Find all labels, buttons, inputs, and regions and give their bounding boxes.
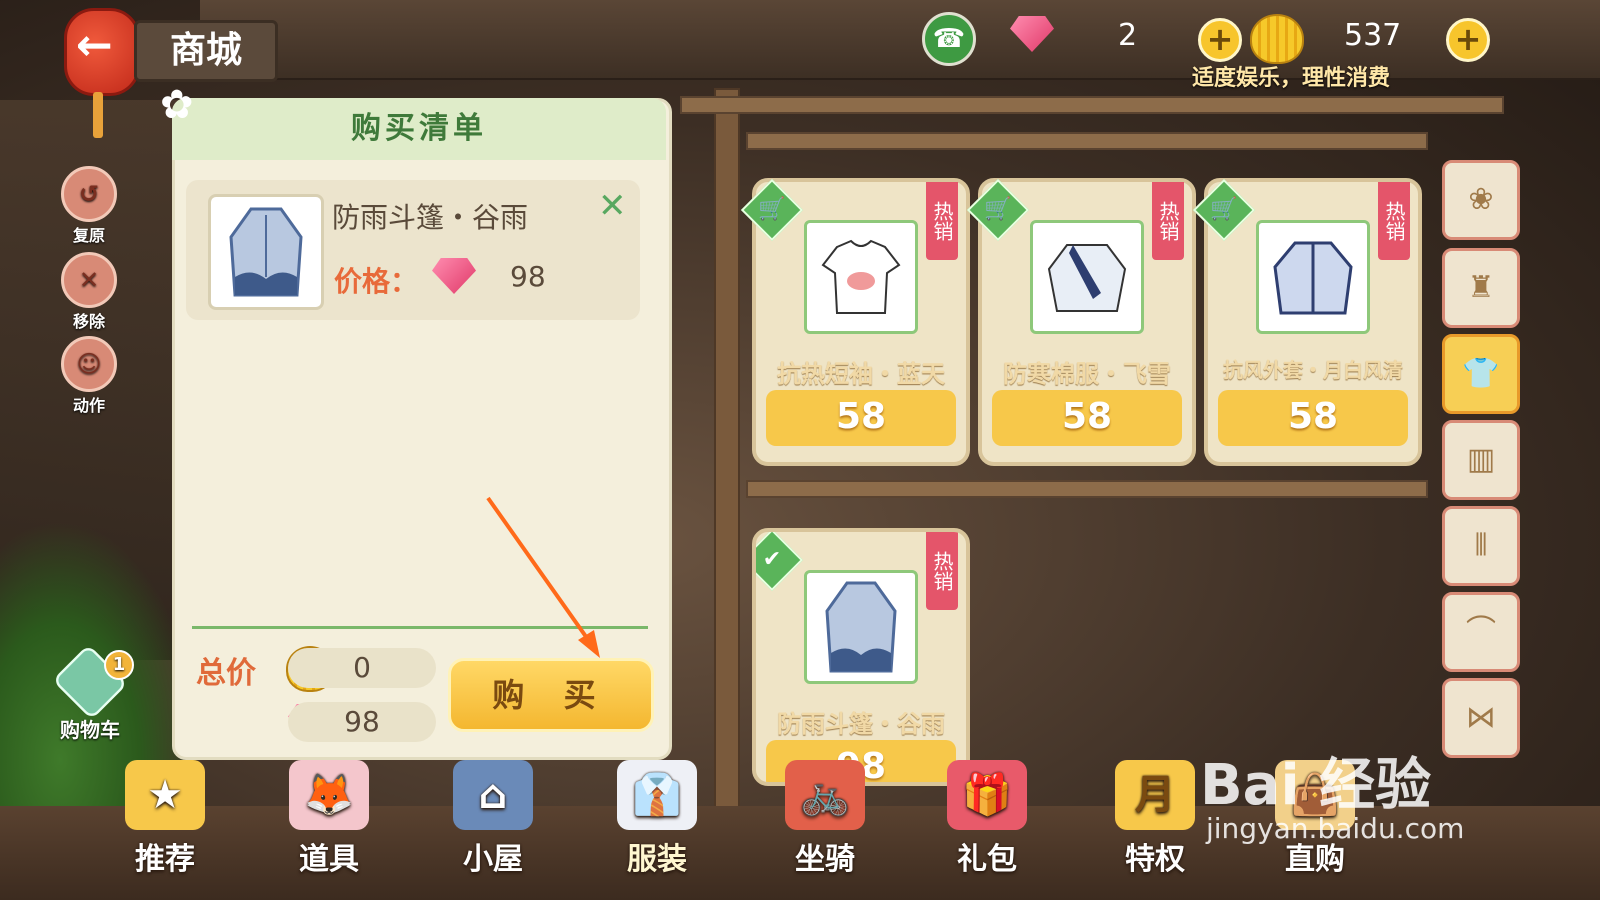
dress-icon: ♜ bbox=[1467, 270, 1495, 305]
price-label: 价格： bbox=[334, 265, 419, 298]
hat-icon: ⌒ bbox=[1466, 614, 1496, 649]
product-name: 防寒棉服・飞雪 bbox=[1003, 360, 1171, 388]
add-coins-button[interactable]: + bbox=[1446, 18, 1490, 62]
category-bow-button[interactable]: ⋈ bbox=[1442, 678, 1520, 758]
product-price: 58 bbox=[1061, 396, 1113, 437]
total-label: 总价 bbox=[196, 656, 256, 691]
category-shirt-button[interactable]: 👕 bbox=[1442, 334, 1520, 414]
nav-label: 服装 bbox=[627, 842, 687, 877]
baidu-watermark-url: jingyan.baidu.com bbox=[1206, 812, 1465, 845]
spending-notice: 适度娱乐，理性消费 bbox=[1192, 66, 1391, 91]
selected-check-icon[interactable]: ✔ bbox=[756, 532, 804, 592]
purchase-item-name: 防雨斗篷・谷雨 bbox=[332, 201, 529, 234]
remove-label: 移除 bbox=[72, 312, 105, 331]
gift-icon: 🎁 bbox=[947, 760, 1027, 830]
nav-label: 礼包 bbox=[957, 842, 1017, 877]
house-icon: ⌂ bbox=[453, 760, 533, 830]
padded-jacket-icon bbox=[1030, 220, 1144, 334]
add-to-cart-icon[interactable]: 🛒 bbox=[966, 178, 1030, 242]
nav-label: 道具 bbox=[299, 842, 359, 877]
category-shoes-button[interactable]: ⫴ bbox=[1442, 506, 1520, 586]
nav-items[interactable]: 🦊 道具 bbox=[264, 760, 394, 878]
baidu-watermark: Bai 经验 bbox=[1200, 753, 1432, 818]
coin-icon bbox=[1250, 14, 1304, 64]
total-coins-value: 0 bbox=[288, 648, 436, 688]
back-arrow-icon: ← bbox=[76, 20, 113, 71]
page-title: 商城 bbox=[134, 20, 278, 82]
cart-label: 购物车 bbox=[60, 718, 120, 742]
add-gems-button[interactable]: + bbox=[1198, 18, 1242, 62]
nav-label: 推荐 bbox=[135, 842, 195, 877]
nav-gift[interactable]: 🎁 礼包 bbox=[922, 760, 1052, 878]
pointer-arrow-icon bbox=[486, 496, 600, 658]
purchase-list-title: 购买清单 bbox=[172, 98, 666, 160]
hot-sale-badge: 热销 bbox=[1378, 182, 1410, 260]
purchase-item-price: 98 bbox=[510, 260, 546, 293]
shirt-icon: 👕 bbox=[1462, 356, 1500, 391]
fox-mask-icon: 🦊 bbox=[289, 760, 369, 830]
product-price: 58 bbox=[1287, 396, 1339, 437]
product-name: 抗热短袖・蓝天 bbox=[777, 360, 945, 388]
nav-recommend[interactable]: ★ 推荐 bbox=[100, 760, 230, 878]
product-price: 58 bbox=[835, 396, 887, 437]
windbreaker-icon bbox=[1256, 220, 1370, 334]
sailor-uniform-icon: 👔 bbox=[617, 760, 697, 830]
pose-icon: ☺ bbox=[61, 336, 117, 392]
gem-count: 2 bbox=[1118, 18, 1138, 53]
product-name: 抗风外套・月白风清 bbox=[1223, 358, 1403, 382]
rack-bar-upper bbox=[746, 132, 1428, 150]
lantern-tassel bbox=[93, 92, 103, 138]
set-icon: ❀ bbox=[1468, 182, 1494, 217]
product-card[interactable]: 🛒 热销 抗热短袖・蓝天 58 bbox=[740, 178, 970, 466]
product-card[interactable]: ✔ 热销 防雨斗篷・谷雨 98 bbox=[752, 528, 970, 786]
shoes-icon: ⫴ bbox=[1474, 528, 1488, 563]
flower-icon: ✿ bbox=[160, 82, 194, 128]
bicycle-icon: 🚲 bbox=[785, 760, 865, 830]
restore-button[interactable]: ↺ 复原 bbox=[60, 166, 118, 246]
action-button[interactable]: ☺ 动作 bbox=[60, 336, 118, 416]
monthly-card-icon: 月 bbox=[1115, 760, 1195, 830]
nav-label: 坐骑 bbox=[795, 842, 855, 877]
product-card[interactable]: 🛒 热销 防寒棉服・飞雪 58 bbox=[966, 178, 1196, 466]
nav-label: 小屋 bbox=[463, 842, 523, 877]
remove-icon: ✕ bbox=[61, 252, 117, 308]
add-to-cart-icon[interactable]: 🛒 bbox=[740, 178, 804, 242]
total-gems-value: 98 bbox=[288, 702, 436, 742]
raincoat-thumbnail bbox=[208, 194, 324, 310]
category-dress-button[interactable]: ♜ bbox=[1442, 248, 1520, 328]
hot-sale-badge: 热销 bbox=[1152, 182, 1184, 260]
star-icon: ★ bbox=[125, 760, 205, 830]
nav-house[interactable]: ⌂ 小屋 bbox=[428, 760, 558, 878]
coin-count: 537 bbox=[1344, 18, 1402, 53]
cart-button[interactable]: 1 购物车 bbox=[48, 644, 134, 743]
back-button[interactable]: ← bbox=[60, 0, 140, 140]
rack-post-left bbox=[714, 88, 740, 822]
remove-item-icon[interactable]: ✕ bbox=[598, 186, 627, 226]
rack-top-bar bbox=[680, 96, 1504, 114]
remove-button[interactable]: ✕ 移除 bbox=[60, 252, 118, 332]
category-shorts-button[interactable]: ▥ bbox=[1442, 420, 1520, 500]
category-hat-button[interactable]: ⌒ bbox=[1442, 592, 1520, 672]
hot-sale-badge: 热销 bbox=[926, 182, 958, 260]
category-set-button[interactable]: ❀ bbox=[1442, 160, 1520, 240]
restore-label: 复原 bbox=[72, 226, 105, 245]
rack-bar-lower bbox=[746, 480, 1428, 498]
product-card[interactable]: 🛒 热销 抗风外套・月白风清 58 bbox=[1192, 178, 1422, 466]
product-name: 防雨斗篷・谷雨 bbox=[777, 710, 945, 738]
action-label: 动作 bbox=[72, 396, 105, 415]
cart-count-badge: 1 bbox=[104, 650, 134, 680]
friends-icon[interactable]: ☎ bbox=[922, 12, 976, 66]
nav-label: 特权 bbox=[1125, 842, 1185, 877]
raincoat-icon bbox=[804, 570, 918, 684]
add-to-cart-icon[interactable]: 🛒 bbox=[1192, 178, 1256, 242]
bow-icon: ⋈ bbox=[1466, 700, 1496, 735]
nav-clothing[interactable]: 👔 服装 bbox=[592, 760, 722, 878]
shorts-icon: ▥ bbox=[1466, 442, 1496, 477]
hot-sale-badge: 热销 bbox=[926, 532, 958, 610]
tshirt-icon bbox=[804, 220, 918, 334]
restore-icon: ↺ bbox=[61, 166, 117, 222]
nav-mount[interactable]: 🚲 坐骑 bbox=[760, 760, 890, 878]
